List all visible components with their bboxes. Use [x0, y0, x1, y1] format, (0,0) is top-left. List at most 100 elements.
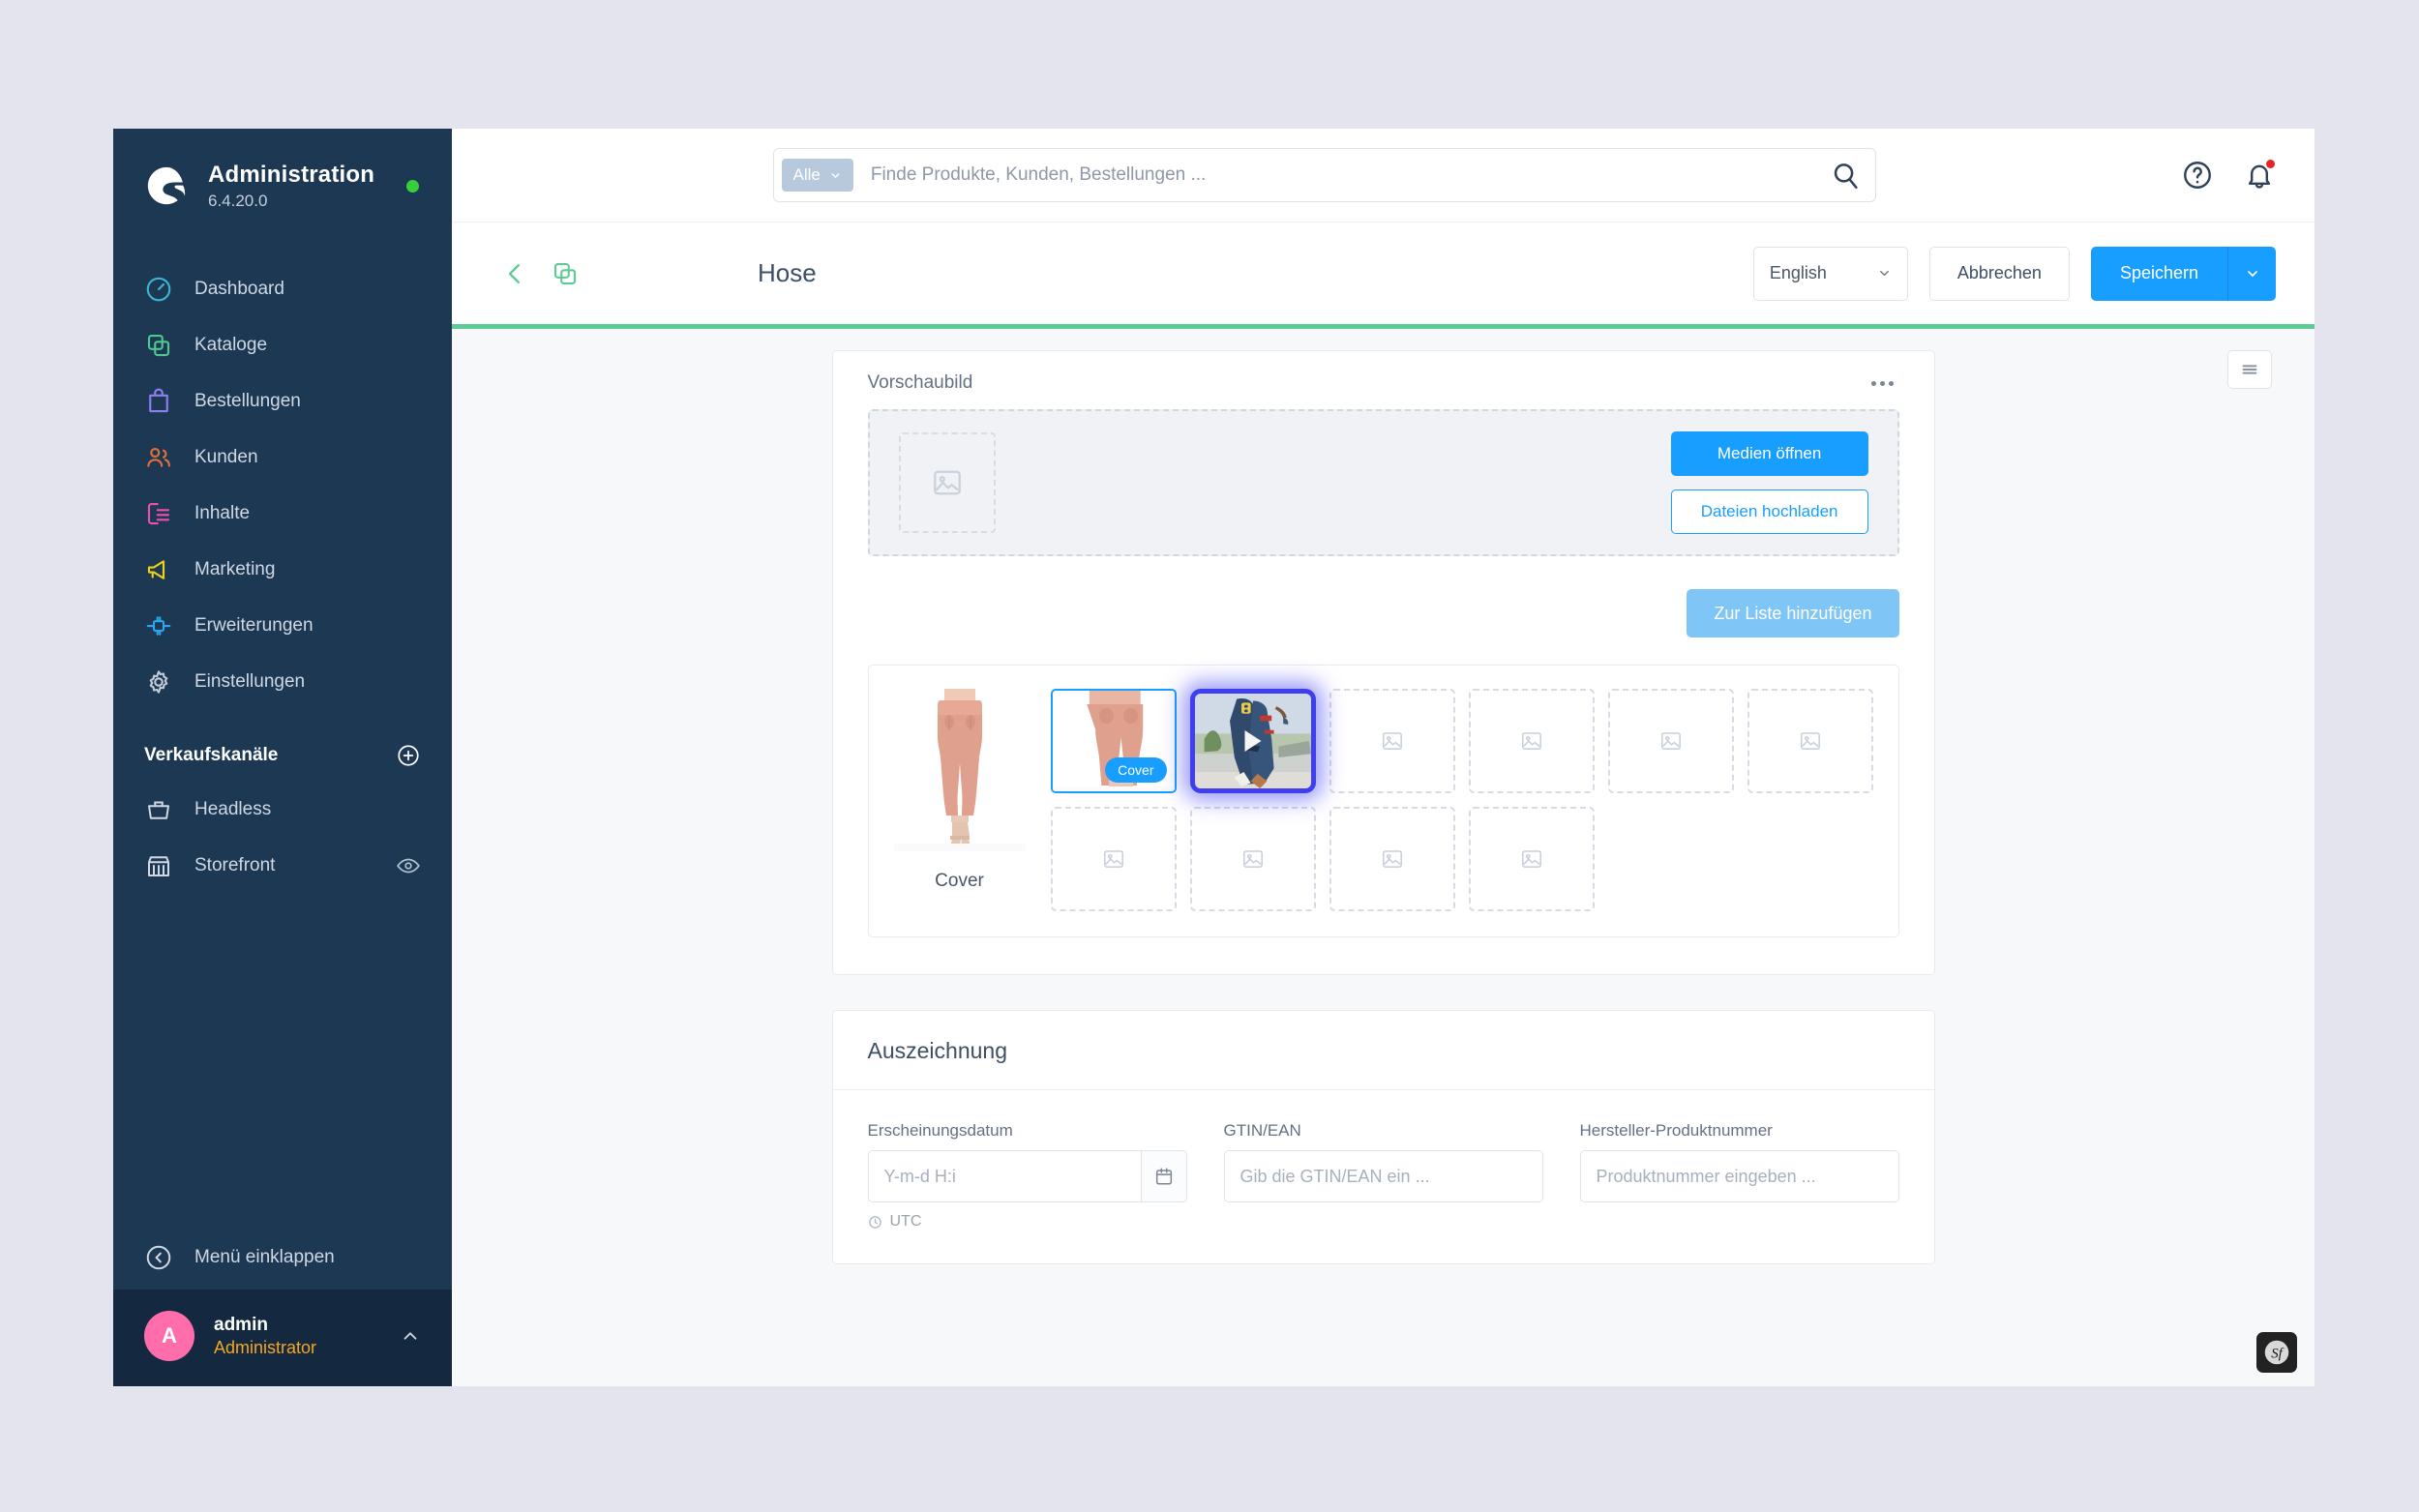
add-to-list-row: Zur Liste hinzufügen [868, 589, 1899, 637]
sidebar-item-label: Kunden [194, 446, 258, 467]
list-toggle-button[interactable] [2227, 350, 2272, 389]
media-slot-cover[interactable]: Cover [1050, 689, 1177, 793]
media-slot-empty[interactable] [1607, 689, 1734, 793]
media-slot-empty[interactable] [1050, 807, 1177, 911]
chevron-down-icon [2247, 270, 2257, 277]
page-header-icons [491, 259, 580, 288]
save-button-group: Speichern [2090, 246, 2276, 301]
sidebar-item-label: Dashboard [194, 278, 284, 299]
basket-icon [148, 801, 169, 819]
language-select[interactable]: English [1752, 246, 1908, 301]
collapse-menu-label: Menü einklappen [194, 1247, 335, 1267]
image-placeholder-icon [1660, 732, 1681, 750]
chevron-left-icon[interactable] [500, 259, 529, 288]
chevron-up-icon [403, 1332, 417, 1340]
sidebar-item-erweiterungen[interactable]: Erweiterungen [113, 598, 452, 654]
content-scroll-area: Vorschaubild Medien öffnen Dateien hochl… [452, 329, 2314, 1386]
marketing-icon [147, 559, 165, 579]
sidebar-item-label: Erweiterungen [194, 614, 314, 636]
global-search: Alle [772, 148, 1876, 202]
cover-caption: Cover [935, 871, 984, 891]
sidebar-item-kataloge[interactable]: Kataloge [113, 317, 452, 373]
search-input[interactable] [852, 164, 1829, 186]
content-inner: Vorschaubild Medien öffnen Dateien hochl… [831, 329, 1935, 1264]
sidebar-item-dashboard[interactable]: Dashboard [113, 261, 452, 317]
manufacturer-number-field: Hersteller-Produktnummer [1579, 1121, 1899, 1230]
help-icon[interactable] [2181, 159, 2214, 192]
release-date-field: Erscheinungsdatum Y-m-d H:i UTC [867, 1121, 1187, 1230]
release-date-input[interactable] [867, 1150, 1142, 1202]
media-slot-empty[interactable] [1747, 689, 1873, 793]
store-icon [148, 855, 169, 876]
sidebar-item-bestellungen[interactable]: Bestellungen [113, 373, 452, 430]
save-button[interactable]: Speichern [2090, 246, 2227, 301]
media-slot-empty[interactable] [1468, 689, 1595, 793]
application-window: Administration 6.4.20.0 Dashboard Katalo… [113, 129, 2314, 1386]
sidebar-item-label: Marketing [194, 558, 276, 579]
chevron-down-icon [831, 172, 840, 178]
image-placeholder-icon [1242, 850, 1263, 868]
media-slot-grid: Cover [1050, 689, 1873, 911]
sales-channel-label: Storefront [194, 854, 276, 875]
add-to-list-button[interactable]: Zur Liste hinzufügen [1687, 589, 1899, 637]
symfony-logo-icon: Sf [2264, 1340, 2289, 1365]
more-options-icon[interactable] [1866, 375, 1899, 392]
eye-icon[interactable] [396, 853, 421, 878]
collapse-icon [146, 1245, 171, 1270]
search-icon[interactable] [1829, 159, 1862, 192]
add-sales-channel-icon[interactable] [396, 743, 421, 768]
media-slot-empty[interactable] [1468, 807, 1595, 911]
media-slot-empty[interactable] [1329, 807, 1455, 911]
media-card: Vorschaubild Medien öffnen Dateien hochl… [831, 350, 1935, 975]
brand-header[interactable]: Administration 6.4.20.0 [113, 129, 452, 240]
dropzone-buttons: Medien öffnen Dateien hochladen [1670, 431, 1868, 534]
search-scope-selector[interactable]: Alle [781, 159, 853, 192]
list-toggle-icon [2242, 365, 2257, 374]
main-area: Alle Finde Produkte, Kunden, Bestellunge… [452, 129, 2314, 1386]
sidebar-item-kunden[interactable]: Kunden [113, 430, 452, 486]
search-wrapper: Alle [491, 148, 2158, 202]
settings-icon [149, 669, 168, 694]
notification-badge [2264, 158, 2277, 170]
gtin-ean-input[interactable] [1223, 1150, 1543, 1202]
upload-files-button[interactable]: Dateien hochladen [1670, 489, 1868, 534]
notifications-button[interactable] [2243, 158, 2277, 192]
sidebar-item-label: Kataloge [194, 334, 268, 355]
sidebar-item-storefront[interactable]: Storefront [113, 838, 452, 894]
cover-preview-column: Cover [893, 689, 1026, 911]
sidebar-item-label: Bestellungen [194, 390, 301, 411]
timezone-hint: UTC [868, 1213, 1187, 1230]
cancel-button[interactable]: Abbrechen [1928, 246, 2070, 301]
language-value: English [1769, 263, 1827, 282]
collapse-menu-button[interactable]: Menü einklappen [113, 1226, 452, 1290]
orders-icon [149, 388, 168, 412]
manufacturer-number-input[interactable] [1579, 1150, 1899, 1202]
play-icon [1244, 730, 1261, 752]
cover-badge[interactable]: Cover [1105, 757, 1167, 783]
sidebar-item-marketing[interactable]: Marketing [113, 542, 452, 598]
user-name: admin [214, 1314, 268, 1335]
marking-header: Auszeichnung [832, 1011, 1934, 1090]
sidebar-item-label: Inhalte [194, 502, 251, 523]
sidebar-item-inhalte[interactable]: Inhalte [113, 486, 452, 542]
cover-preview-image[interactable] [893, 689, 1026, 851]
media-slot-empty[interactable] [1329, 689, 1455, 793]
sales-channel-label: Headless [194, 798, 272, 819]
sidebar-item-einstellungen[interactable]: Einstellungen [113, 654, 452, 710]
media-slot-dragging-video[interactable] [1189, 689, 1316, 793]
marking-title: Auszeichnung [867, 1038, 1008, 1063]
open-media-button[interactable]: Medien öffnen [1670, 431, 1868, 476]
save-options-button[interactable] [2227, 246, 2276, 301]
symfony-profiler-icon[interactable]: Sf [2256, 1332, 2297, 1373]
media-dropzone[interactable]: Medien öffnen Dateien hochladen [867, 409, 1899, 556]
main-navigation: Dashboard Kataloge Bestellungen Kunden I… [113, 261, 452, 710]
dropzone-thumb-placeholder [898, 432, 996, 533]
timezone-label: UTC [889, 1213, 922, 1230]
calendar-button[interactable] [1141, 1150, 1187, 1202]
preview-label: Vorschaubild [867, 372, 973, 393]
media-slot-empty[interactable] [1189, 807, 1316, 911]
user-account-menu[interactable]: A admin Administrator [113, 1290, 452, 1386]
duplicate-icon[interactable] [551, 259, 580, 288]
sidebar-item-headless[interactable]: Headless [113, 782, 452, 838]
